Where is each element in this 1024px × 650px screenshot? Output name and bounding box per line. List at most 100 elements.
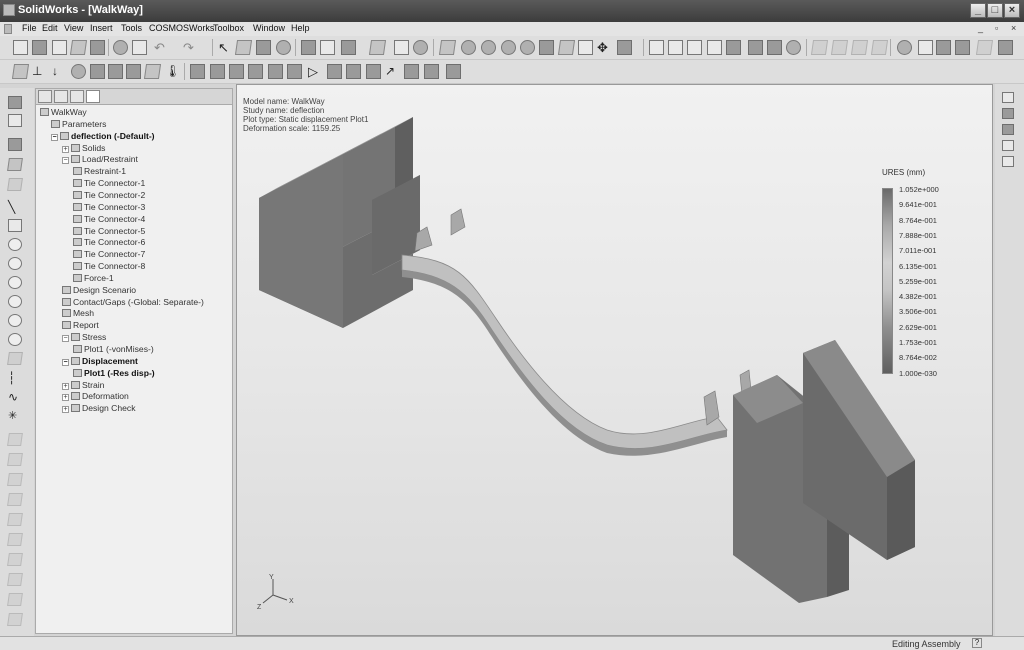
menu-file[interactable]: File <box>22 23 37 33</box>
minimize-button[interactable]: _ <box>970 3 986 18</box>
mesh-control-icon[interactable] <box>210 64 225 79</box>
mate-icon[interactable] <box>955 40 970 55</box>
tree-item[interactable]: − deflection (-Default-) <box>51 131 155 141</box>
pan-view-icon[interactable] <box>578 40 593 55</box>
contact-icon[interactable] <box>143 64 162 79</box>
tree-item[interactable]: + Deformation <box>62 391 129 402</box>
tree-item[interactable]: Plot1 (-vonMises-) <box>73 344 154 354</box>
tree-item[interactable]: Tie Connector-6 <box>73 237 145 247</box>
centrifugal-icon[interactable] <box>108 64 123 79</box>
tangent-arc-icon[interactable] <box>8 295 22 308</box>
options-icon[interactable] <box>276 40 291 55</box>
block-icon[interactable] <box>7 613 23 626</box>
doc-close-button[interactable]: × <box>1011 23 1016 33</box>
ellipse-icon[interactable] <box>8 257 22 270</box>
roll-view-icon[interactable] <box>557 40 576 55</box>
view-back-icon[interactable] <box>668 40 683 55</box>
sketch-icon[interactable] <box>8 96 22 109</box>
shell-icon[interactable] <box>248 64 263 79</box>
results-icon[interactable] <box>327 64 342 79</box>
beam-icon[interactable] <box>268 64 283 79</box>
configuration-tab-icon[interactable] <box>70 90 84 103</box>
menu-toolbox[interactable]: Toolbox <box>213 23 244 33</box>
mesh-icon[interactable] <box>190 64 205 79</box>
rebuild-icon[interactable] <box>256 40 271 55</box>
expand-icon[interactable]: + <box>62 382 69 390</box>
collapse-icon[interactable]: − <box>62 335 69 343</box>
point-icon[interactable]: ✳ <box>8 409 22 422</box>
perspective-icon[interactable] <box>810 40 829 55</box>
view-right-icon[interactable] <box>707 40 722 55</box>
eraser-icon[interactable] <box>7 178 23 191</box>
pressure-icon[interactable] <box>71 64 86 79</box>
connector-icon[interactable] <box>126 64 141 79</box>
close-button[interactable]: × <box>1004 3 1020 18</box>
menu-view[interactable]: View <box>64 23 83 33</box>
explode-icon[interactable] <box>975 40 994 55</box>
document-icon[interactable] <box>4 24 12 34</box>
export-icon[interactable] <box>446 64 461 79</box>
view-left-icon[interactable] <box>687 40 702 55</box>
tree-item[interactable]: Plot1 (-Res disp-) <box>73 368 155 378</box>
centerpoint-arc-icon[interactable] <box>8 333 22 346</box>
grid-icon[interactable] <box>301 40 316 55</box>
collapse-icon[interactable]: − <box>51 133 58 141</box>
hidden-lines-icon[interactable] <box>767 40 782 55</box>
view-palette-icon[interactable] <box>1002 156 1014 167</box>
view-iso-icon[interactable] <box>726 40 741 55</box>
search-results-icon[interactable] <box>1002 140 1014 151</box>
zebra-icon[interactable] <box>870 40 889 55</box>
tree-item[interactable]: + Solids <box>62 143 105 153</box>
gravity-icon[interactable] <box>90 64 105 79</box>
shaded-icon[interactable] <box>786 40 801 55</box>
rotate-entities-icon[interactable] <box>7 553 23 566</box>
animate-icon[interactable] <box>366 64 381 79</box>
maximize-button[interactable]: □ <box>987 3 1003 18</box>
zoom-icon[interactable] <box>520 40 535 55</box>
tree-item[interactable]: Tie Connector-1 <box>73 178 145 188</box>
help-status-icon[interactable]: ? <box>972 638 982 648</box>
tree-item[interactable]: WalkWay <box>40 107 87 117</box>
tree-item[interactable]: Contact/Gaps (-Global: Separate-) <box>62 297 204 307</box>
offset-icon[interactable] <box>7 473 23 486</box>
tree-item[interactable]: Parameters <box>51 119 106 129</box>
arc-icon[interactable] <box>8 276 22 289</box>
tree-item[interactable]: − Displacement <box>62 356 138 366</box>
centerline-icon[interactable]: ┆ <box>8 371 22 385</box>
move-entities-icon[interactable] <box>7 533 23 546</box>
tree-item[interactable]: Mesh <box>62 308 94 318</box>
assembly-icon[interactable] <box>998 40 1013 55</box>
extend-icon[interactable] <box>7 453 23 466</box>
three-point-arc-icon[interactable] <box>8 314 22 327</box>
force-icon[interactable]: ↓ <box>52 64 67 79</box>
cosmos-tab-icon[interactable] <box>86 90 100 103</box>
tree-item[interactable]: Design Scenario <box>62 285 136 295</box>
relations-icon[interactable] <box>8 138 22 151</box>
undo-icon[interactable]: ↶ <box>154 40 169 55</box>
tree-item[interactable]: − Load/Restraint <box>62 154 138 165</box>
menu-tools[interactable]: Tools <box>121 23 142 33</box>
run-icon[interactable]: ▷ <box>308 64 323 79</box>
probe-icon[interactable] <box>346 64 361 79</box>
file-explorer-icon[interactable] <box>1002 124 1014 135</box>
ruler-icon[interactable] <box>7 158 23 171</box>
zoom-area-icon[interactable] <box>461 40 476 55</box>
zoom-to-fit-icon[interactable] <box>438 40 457 55</box>
report-icon[interactable] <box>404 64 419 79</box>
zoom-selection-icon[interactable] <box>501 40 516 55</box>
cut-icon[interactable] <box>113 40 128 55</box>
menu-window[interactable]: Window <box>253 23 285 33</box>
rotate-view-icon[interactable] <box>539 40 554 55</box>
doc-minimize-button[interactable]: _ <box>978 23 983 33</box>
study-icon[interactable] <box>11 64 30 79</box>
menu-edit[interactable]: Edit <box>42 23 58 33</box>
help-icon[interactable] <box>413 40 428 55</box>
feature-tree-tab-icon[interactable] <box>38 90 52 103</box>
view-front-icon[interactable] <box>649 40 664 55</box>
restraint-icon[interactable]: ⊥ <box>32 64 47 79</box>
collapse-icon[interactable]: − <box>62 358 69 366</box>
edit-component-icon[interactable] <box>918 40 933 55</box>
design-library-icon[interactable] <box>1002 108 1014 119</box>
tree-item[interactable]: Force-1 <box>73 273 114 283</box>
spline-icon[interactable]: ∿ <box>8 390 22 404</box>
